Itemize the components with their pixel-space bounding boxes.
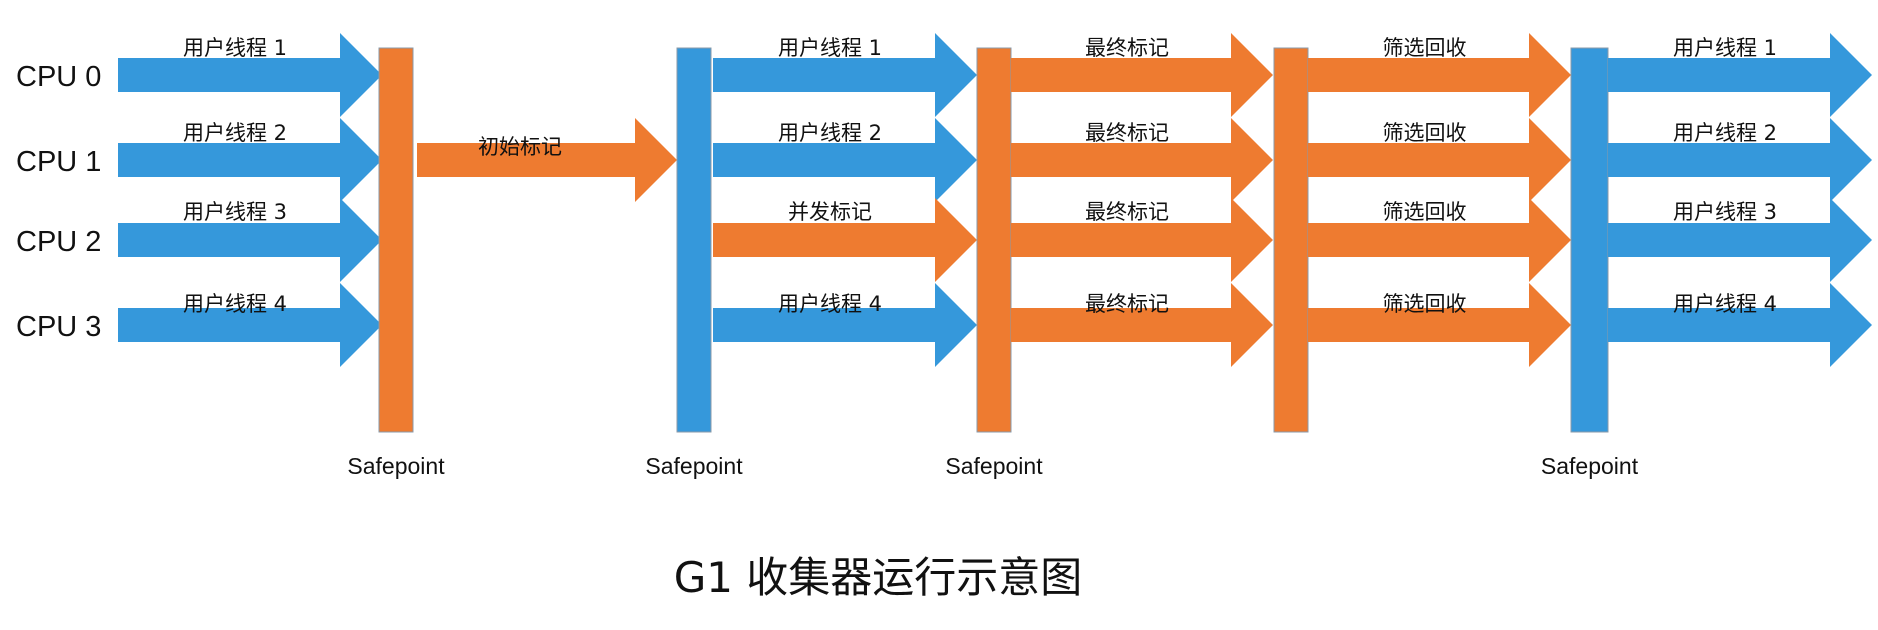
phase-1: Safepoint [347, 47, 445, 479]
arrow-label: 用户线程 3 [183, 200, 287, 224]
safepoint-bar [1570, 47, 1609, 433]
safepoint-bar [378, 47, 414, 433]
arrow-label: 筛选回收 [1383, 292, 1467, 316]
arrow-label: 并发标记 [788, 200, 872, 224]
arrow-label: 筛选回收 [1383, 200, 1467, 224]
phase-2: 初始标记 [417, 118, 677, 202]
arrow-label: 用户线程 4 [183, 292, 287, 316]
arrow-label: 用户线程 3 [1673, 200, 1777, 224]
cpu-label-3: CPU 3 [16, 311, 101, 343]
phase-5: Safepoint [945, 47, 1043, 479]
phase-10: 用户线程 1 用户线程 2 用户线程 3 用户线程 4 [1608, 33, 1872, 367]
arrow-label: 最终标记 [1085, 292, 1169, 316]
safepoint-bar [676, 47, 712, 433]
arrow-label: 筛选回收 [1383, 36, 1467, 60]
arrow-label: 最终标记 [1085, 200, 1169, 224]
safepoint-bar [1273, 47, 1309, 433]
initial-mark-arrow [417, 118, 677, 202]
initial-mark-label: 初始标记 [478, 135, 562, 159]
cpu-label-2: CPU 2 [16, 226, 101, 258]
phases: 用户线程 1 用户线程 2 用户线程 3 用户线程 4 Safepoint 初始标记 Saf… [118, 33, 1872, 479]
cpu-labels: CPU 0 CPU 1 CPU 2 CPU 3 [16, 61, 101, 343]
phase-9: Safepoint [1541, 47, 1639, 479]
arrow-label: 用户线程 2 [778, 121, 882, 145]
cpu-label-0: CPU 0 [16, 61, 101, 93]
phase-0: 用户线程 1 用户线程 2 用户线程 3 用户线程 4 [118, 33, 382, 367]
safepoint-label: Safepoint [945, 453, 1043, 479]
arrow-label: 用户线程 1 [1673, 36, 1777, 60]
arrow-label: 用户线程 4 [778, 292, 882, 316]
phase-6: 最终标记最终标记最终标记最终标记 [1011, 33, 1273, 367]
phase-3: Safepoint [645, 47, 743, 479]
arrow-label: 用户线程 4 [1673, 292, 1777, 316]
safepoint-label: Safepoint [1541, 453, 1639, 479]
phase-7 [1273, 47, 1309, 433]
arrow-label: 用户线程 2 [1673, 121, 1777, 145]
arrow-label: 用户线程 1 [778, 36, 882, 60]
safepoint-label: Safepoint [347, 453, 445, 479]
safepoint-bar [976, 47, 1012, 433]
g1-collector-diagram: CPU 0CPU 1CPU 2CPU 3 用户线程 1用户线程 2用户线程 3用… [16, 33, 1872, 602]
safepoint-label: Safepoint [645, 453, 743, 479]
phase-4: 用户线程 1 用户线程 2 并发标记用户线程 4 [713, 33, 977, 367]
cpu-label-1: CPU 1 [16, 146, 101, 178]
arrow-label: 筛选回收 [1383, 121, 1467, 145]
arrow-label: 最终标记 [1085, 121, 1169, 145]
arrow-label: 最终标记 [1085, 36, 1169, 60]
diagram-title: G1 收集器运行示意图 [674, 553, 1083, 602]
arrow-label: 用户线程 2 [183, 121, 287, 145]
phase-8: 筛选回收筛选回收筛选回收筛选回收 [1308, 33, 1571, 367]
arrow-label: 用户线程 1 [183, 36, 287, 60]
